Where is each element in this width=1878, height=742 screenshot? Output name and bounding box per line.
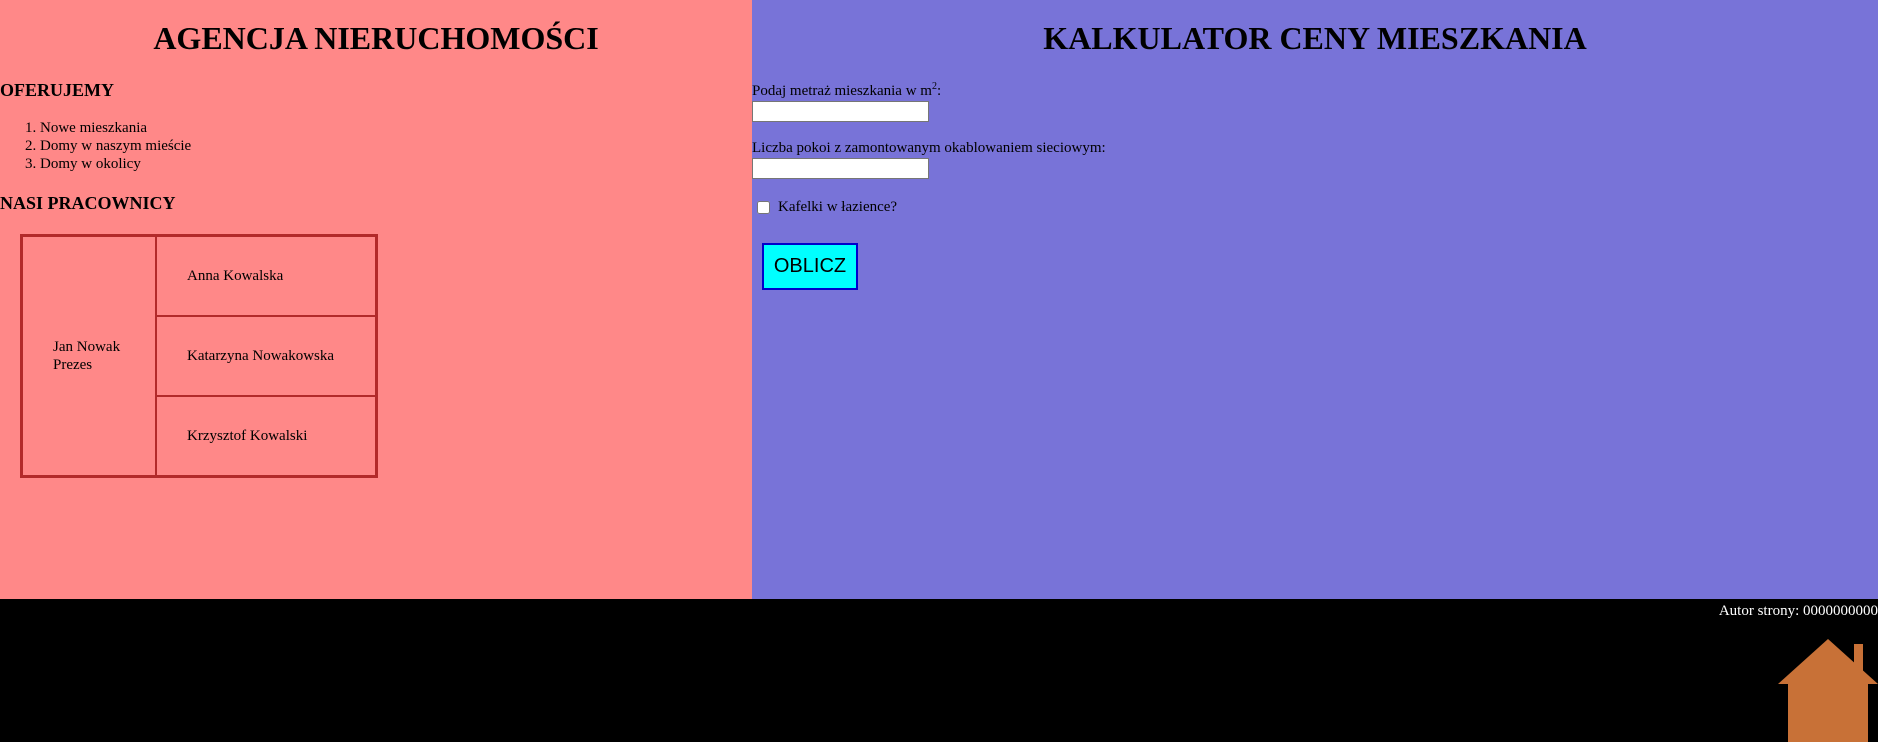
- worker-cell: Anna Kowalska: [156, 236, 376, 316]
- staff-heading: NASI PRACOWNICY: [0, 193, 176, 213]
- calculator-panel: KALKULATOR CENY MIESZKANIA Podaj metraż …: [752, 0, 1878, 599]
- area-input[interactable]: [752, 101, 929, 122]
- home-icon: [1778, 639, 1878, 742]
- list-item: Domy w naszym mieście: [40, 137, 191, 155]
- rooms-label: Liczba pokoi z zamontowanym okablowaniem…: [752, 140, 1106, 156]
- calculate-button[interactable]: OBLICZ: [762, 243, 858, 290]
- area-label: Podaj metraż mieszkania w m2:: [752, 81, 942, 99]
- tiles-checkbox[interactable]: [757, 201, 770, 214]
- agency-panel: AGENCJA NIERUCHOMOŚCI OFERUJEMY Nowe mie…: [0, 0, 752, 599]
- boss-role: Prezes: [53, 357, 93, 373]
- tiles-label: Kafelki w łazience?: [778, 199, 898, 215]
- list-item: Nowe mieszkania: [40, 119, 191, 137]
- list-item: Domy w okolicy: [40, 155, 191, 173]
- worker-cell: Katarzyna Nowakowska: [156, 316, 376, 396]
- offer-list: Nowe mieszkania Domy w naszym mieście Do…: [0, 119, 191, 173]
- table-row: Jan Nowak Prezes Anna Kowalska: [22, 236, 376, 476]
- footer: Autor strony: 0000000000: [0, 599, 1878, 742]
- offer-heading: OFERUJEMY: [0, 80, 114, 100]
- rooms-input[interactable]: [752, 158, 929, 179]
- tiles-checkbox-row[interactable]: Kafelki w łazience?: [756, 199, 897, 216]
- worker-cell: Krzysztof Kowalski: [156, 396, 376, 476]
- staff-table: Jan Nowak Prezes Anna Kowalska Katarzyna…: [20, 234, 378, 478]
- boss-cell: Jan Nowak Prezes: [22, 236, 156, 476]
- calculator-title: KALKULATOR CENY MIESZKANIA: [1043, 20, 1587, 56]
- author-text: Autor strony: 0000000000: [1718, 603, 1878, 619]
- page: AGENCJA NIERUCHOMOŚCI OFERUJEMY Nowe mie…: [0, 0, 1878, 742]
- boss-name: Jan Nowak: [53, 339, 121, 355]
- agency-title: AGENCJA NIERUCHOMOŚCI: [153, 20, 599, 56]
